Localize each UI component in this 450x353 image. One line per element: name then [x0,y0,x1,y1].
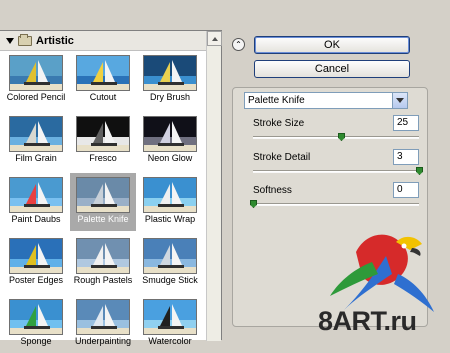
thumbnail-image [76,299,130,335]
slider-thumb[interactable] [337,133,345,141]
thumbnail-image [143,55,197,91]
filter-select[interactable]: Palette Knife [244,92,408,109]
thumbnail-image [9,299,63,335]
thumbnail-label: Rough Pastels [73,275,133,285]
thumbnail-label: Paint Daubs [11,214,61,224]
filter-thumbnail[interactable]: Fresco [70,112,136,170]
filter-gallery: Artistic Colored Pencil Cutout Dry Brush Fi… [0,30,222,346]
stroke-size-input[interactable]: 25 [393,115,419,131]
thumbnail-label: Smudge Stick [142,275,198,285]
filter-thumbnail[interactable]: Watercolor [137,295,203,353]
filter-thumbnail[interactable]: Colored Pencil [3,51,69,109]
filter-thumbnail[interactable]: Smudge Stick [137,234,203,292]
stroke-detail-input[interactable]: 3 [393,149,419,165]
filter-thumbnail[interactable]: Neon Glow [137,112,203,170]
thumbnail-image [76,116,130,152]
param-stroke-detail: Stroke Detail 3 [253,149,423,179]
expand-triangle-icon[interactable] [6,37,14,44]
filter-select-value: Palette Knife [248,95,305,106]
thumbnail-label: Colored Pencil [6,92,66,102]
folder-icon [18,33,32,46]
filter-thumbnail[interactable]: Film Grain [3,112,69,170]
param-label: Stroke Size [253,118,305,129]
thumbnail-label: Neon Glow [147,153,193,163]
category-label: Artistic [36,34,74,47]
param-label: Stroke Detail [253,152,311,163]
thumbnail-label: Sponge [20,336,52,346]
filter-thumbnail[interactable]: Plastic Wrap [137,173,203,231]
category-header-artistic[interactable]: Artistic [0,31,206,51]
parrot-logo-icon [330,234,434,312]
dropdown-arrow-icon[interactable] [392,93,407,108]
thumbnail-image [143,238,197,274]
thumbnail-image [9,177,63,213]
gallery-scrollbar[interactable] [206,31,222,341]
thumbnail-image [76,55,130,91]
thumbnail-image [9,238,63,274]
watermark-text: 8ART.ru [318,306,417,336]
arrow-up-icon [211,36,218,41]
thumbnail-label: Dry Brush [149,92,190,102]
filter-thumbnail[interactable]: Palette Knife [70,173,136,231]
thumbnail-label: Palette Knife [77,214,129,224]
thumbnail-image [9,116,63,152]
thumbnail-image [9,55,63,91]
ok-button[interactable]: OK [254,36,410,54]
thumbnail-label: Underpainting [74,336,132,346]
stroke-size-slider[interactable] [253,136,419,139]
filter-thumbnail[interactable]: Sponge [3,295,69,353]
slider-thumb[interactable] [416,167,423,175]
cancel-button[interactable]: Cancel [254,60,410,78]
param-label: Softness [253,185,292,196]
stroke-detail-slider[interactable] [253,170,419,173]
filter-thumbnail[interactable]: Dry Brush [137,51,203,109]
scroll-up-button[interactable] [207,31,222,46]
thumbnail-label: Cutout [89,92,117,102]
thumbnail-label: Watercolor [148,336,192,346]
thumbnail-image [143,177,197,213]
filter-thumbnail[interactable]: Underpainting [70,295,136,353]
thumbnail-label: Film Grain [15,153,57,163]
double-chevron-up-icon: ⌃ [235,39,242,49]
thumbnail-image [76,238,130,274]
collapse-gallery-button[interactable]: ⌃ [232,38,245,51]
filter-thumbnail[interactable]: Cutout [70,51,136,109]
thumbnail-label: Poster Edges [8,275,64,285]
filter-thumbnail[interactable]: Rough Pastels [70,234,136,292]
thumbnail-label: Fresco [89,153,117,163]
thumbnail-image [143,299,197,335]
thumbnail-label: Plastic Wrap [144,214,196,224]
softness-input[interactable]: 0 [393,182,419,198]
filter-thumbnail[interactable]: Paint Daubs [3,173,69,231]
softness-slider[interactable] [253,203,419,206]
param-softness: Softness 0 [250,182,419,212]
slider-thumb[interactable] [250,200,257,208]
param-stroke-size: Stroke Size 25 [253,115,419,145]
thumbnail-image [143,116,197,152]
thumbnail-image [76,177,130,213]
filter-thumbnail[interactable]: Poster Edges [3,234,69,292]
